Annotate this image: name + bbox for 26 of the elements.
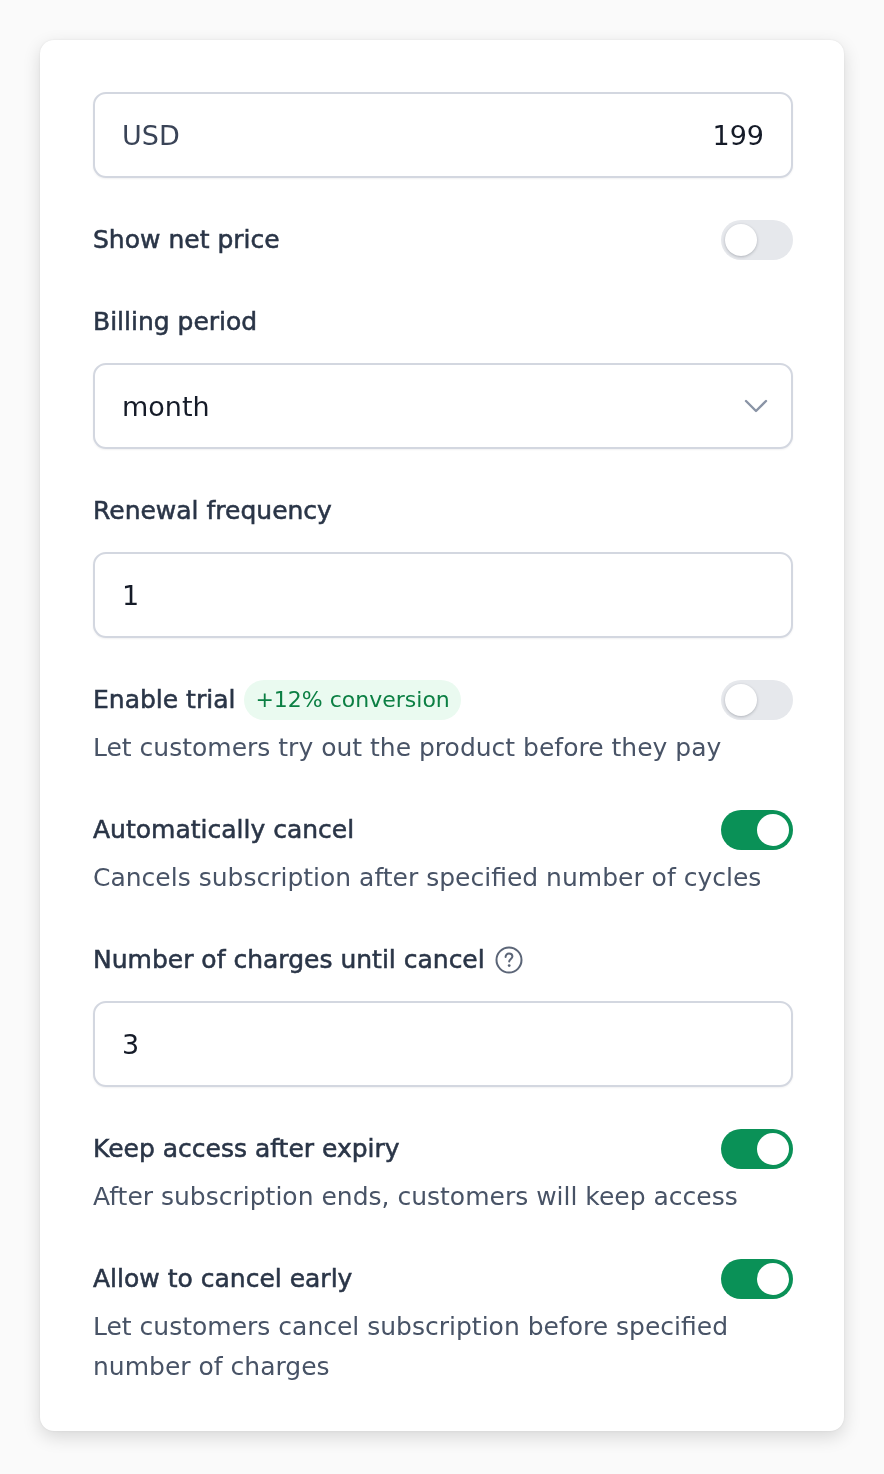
setting-label: Keep access after expiry (93, 1133, 400, 1165)
toggle-switch[interactable] (721, 220, 793, 260)
number-input[interactable]: 3 (93, 1001, 793, 1087)
conversion-badge: +12% conversion (244, 680, 461, 720)
field-label: Billing period (93, 306, 258, 338)
chevron-down-icon (744, 399, 768, 413)
setting-label: Automatically cancel (93, 814, 355, 846)
setting-label: Allow to cancel early (93, 1263, 353, 1295)
field-label: Number of charges until cancel (93, 944, 485, 976)
setting-label: Show net price (93, 224, 280, 256)
toggle-switch[interactable] (721, 1259, 793, 1299)
field-label: Renewal frequency (93, 495, 332, 527)
setting-description: Let customers try out the product before they pay (93, 732, 723, 764)
toggle-switch[interactable] (721, 680, 793, 720)
setting-label: Enable trial (93, 684, 236, 716)
setting-description: After subscription ends, customers will keep access (93, 1181, 739, 1213)
currency-code: USD (122, 119, 180, 151)
setting-description: Cancels subscription after specified number of cycles (93, 862, 763, 894)
setting-description: Let customers cancel subscription before specified number of charges (93, 1311, 730, 1383)
toggle-switch[interactable] (721, 810, 793, 850)
price-amount: 199 (712, 119, 764, 151)
help-icon[interactable] (494, 946, 523, 974)
toggle-switch[interactable] (721, 1129, 793, 1169)
billing-period-select[interactable]: month (93, 363, 793, 449)
price-field[interactable]: USD 199 (93, 92, 793, 178)
number-input[interactable]: 1 (93, 552, 793, 638)
